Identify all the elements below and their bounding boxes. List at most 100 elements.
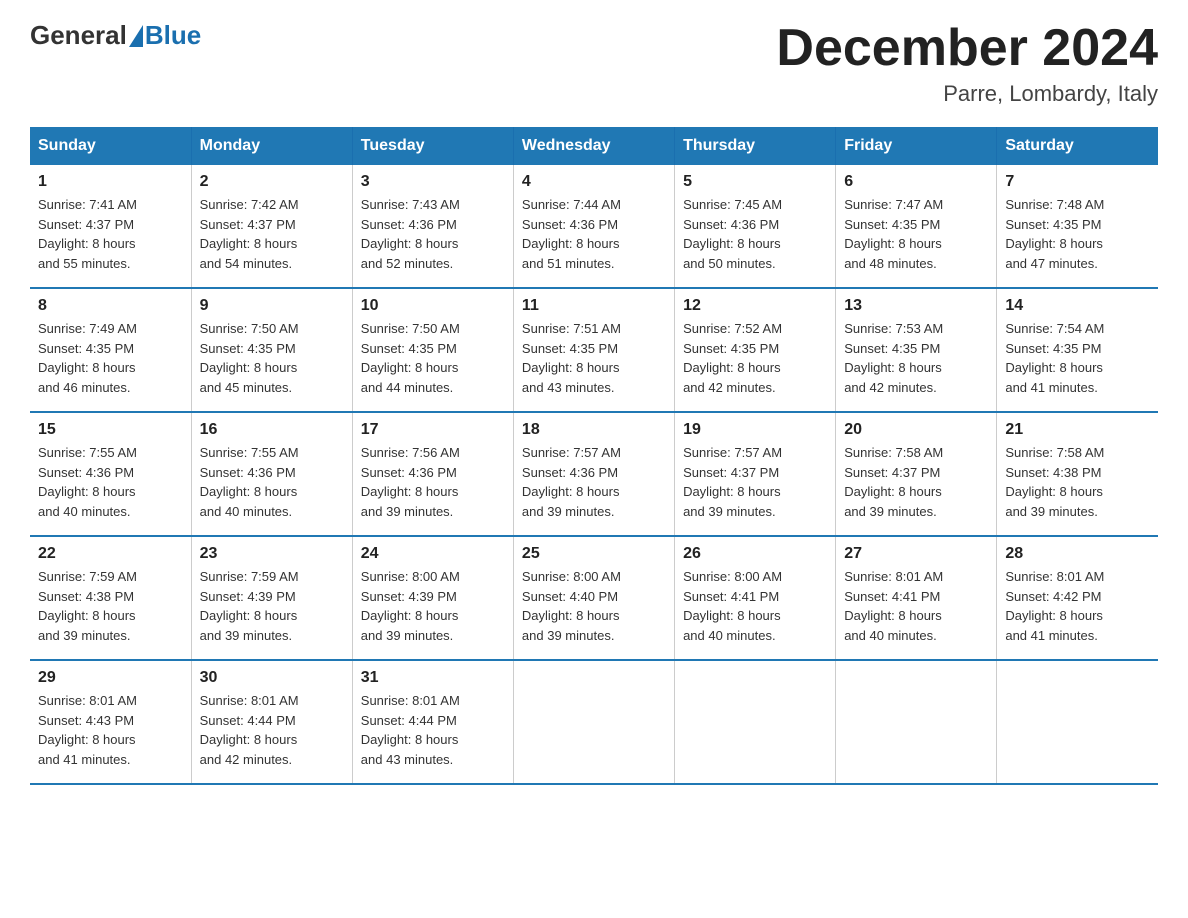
calendar-cell: 3 Sunrise: 7:43 AMSunset: 4:36 PMDaylight… [352, 165, 513, 288]
day-number: 17 [361, 421, 505, 439]
day-number: 8 [38, 297, 183, 315]
day-info: Sunrise: 7:59 AMSunset: 4:38 PMDaylight:… [38, 567, 183, 645]
calendar-cell: 19Sunrise: 7:57 AMSunset: 4:37 PMDayligh… [675, 412, 836, 536]
calendar-cell: 27Sunrise: 8:01 AMSunset: 4:41 PMDayligh… [836, 536, 997, 660]
day-info: Sunrise: 8:01 AMSunset: 4:44 PMDaylight:… [361, 691, 505, 769]
calendar-cell: 1Sunrise: 7:41 AMSunset: 4:37 PMDaylight… [30, 165, 191, 288]
calendar-cell: 21 Sunrise: 7:58 AMSunset: 4:38 PMDayligh… [997, 412, 1158, 536]
day-info: Sunrise: 7:50 AMSunset: 4:35 PMDaylight:… [200, 319, 344, 397]
day-info: Sunrise: 7:43 AMSunset: 4:36 PMDaylight:… [361, 195, 505, 273]
calendar-cell: 2Sunrise: 7:42 AMSunset: 4:37 PMDaylight… [191, 165, 352, 288]
day-number: 24 [361, 545, 505, 563]
calendar-cell [997, 660, 1158, 784]
weekday-header-thursday: Thursday [675, 127, 836, 165]
day-number: 20 [844, 421, 988, 439]
calendar-week-row: 1Sunrise: 7:41 AMSunset: 4:37 PMDaylight… [30, 165, 1158, 288]
day-info: Sunrise: 7:58 AMSunset: 4:37 PMDaylight:… [844, 443, 988, 521]
calendar-cell: 4Sunrise: 7:44 AMSunset: 4:36 PMDaylight… [513, 165, 674, 288]
day-info: Sunrise: 7:51 AMSunset: 4:35 PMDaylight:… [522, 319, 666, 397]
day-number: 6 [844, 173, 988, 191]
day-number: 14 [1005, 297, 1150, 315]
day-info: Sunrise: 7:52 AMSunset: 4:35 PMDaylight:… [683, 319, 827, 397]
calendar-cell: 9Sunrise: 7:50 AMSunset: 4:35 PMDaylight… [191, 288, 352, 412]
day-number: 25 [522, 545, 666, 563]
day-info: Sunrise: 7:57 AMSunset: 4:36 PMDaylight:… [522, 443, 666, 521]
day-info: Sunrise: 7:56 AMSunset: 4:36 PMDaylight:… [361, 443, 505, 521]
calendar-cell: 10 Sunrise: 7:50 AMSunset: 4:35 PMDayligh… [352, 288, 513, 412]
day-info: Sunrise: 7:49 AMSunset: 4:35 PMDaylight:… [38, 319, 183, 397]
day-number: 12 [683, 297, 827, 315]
calendar-cell [836, 660, 997, 784]
calendar-week-row: 15 Sunrise: 7:55 AMSunset: 4:36 PMDayligh… [30, 412, 1158, 536]
day-number: 28 [1005, 545, 1150, 563]
day-info: Sunrise: 8:01 AMSunset: 4:43 PMDaylight:… [38, 691, 183, 769]
day-info: Sunrise: 8:00 AMSunset: 4:41 PMDaylight:… [683, 567, 827, 645]
calendar-cell: 16 Sunrise: 7:55 AMSunset: 4:36 PMDayligh… [191, 412, 352, 536]
calendar-cell: 11 Sunrise: 7:51 AMSunset: 4:35 PMDayligh… [513, 288, 674, 412]
weekday-header-saturday: Saturday [997, 127, 1158, 165]
calendar-cell: 15 Sunrise: 7:55 AMSunset: 4:36 PMDayligh… [30, 412, 191, 536]
calendar-week-row: 8 Sunrise: 7:49 AMSunset: 4:35 PMDaylight… [30, 288, 1158, 412]
calendar-cell: 25Sunrise: 8:00 AMSunset: 4:40 PMDayligh… [513, 536, 674, 660]
calendar-cell: 22 Sunrise: 7:59 AMSunset: 4:38 PMDayligh… [30, 536, 191, 660]
day-info: Sunrise: 7:45 AMSunset: 4:36 PMDaylight:… [683, 195, 827, 273]
calendar-cell: 31 Sunrise: 8:01 AMSunset: 4:44 PMDayligh… [352, 660, 513, 784]
weekday-header-monday: Monday [191, 127, 352, 165]
day-number: 22 [38, 545, 183, 563]
calendar-week-row: 22 Sunrise: 7:59 AMSunset: 4:38 PMDayligh… [30, 536, 1158, 660]
weekday-header-row: SundayMondayTuesdayWednesdayThursdayFrid… [30, 127, 1158, 165]
day-info: Sunrise: 7:54 AMSunset: 4:35 PMDaylight:… [1005, 319, 1150, 397]
calendar-cell: 29 Sunrise: 8:01 AMSunset: 4:43 PMDayligh… [30, 660, 191, 784]
location-subtitle: Parre, Lombardy, Italy [776, 81, 1158, 107]
page-header: General Blue December 2024 Parre, Lombar… [30, 20, 1158, 107]
logo-general: General [30, 20, 127, 51]
calendar-cell [675, 660, 836, 784]
day-number: 21 [1005, 421, 1150, 439]
logo-text: General Blue [30, 20, 201, 51]
day-number: 15 [38, 421, 183, 439]
day-number: 5 [683, 173, 827, 191]
calendar-cell: 14 Sunrise: 7:54 AMSunset: 4:35 PMDayligh… [997, 288, 1158, 412]
day-info: Sunrise: 7:48 AMSunset: 4:35 PMDaylight:… [1005, 195, 1150, 273]
day-info: Sunrise: 8:00 AMSunset: 4:39 PMDaylight:… [361, 567, 505, 645]
calendar-cell: 24 Sunrise: 8:00 AMSunset: 4:39 PMDayligh… [352, 536, 513, 660]
calendar-cell [513, 660, 674, 784]
day-info: Sunrise: 8:01 AMSunset: 4:42 PMDaylight:… [1005, 567, 1150, 645]
calendar-cell: 13Sunrise: 7:53 AMSunset: 4:35 PMDayligh… [836, 288, 997, 412]
day-number: 13 [844, 297, 988, 315]
day-info: Sunrise: 7:58 AMSunset: 4:38 PMDaylight:… [1005, 443, 1150, 521]
day-number: 1 [38, 173, 183, 191]
day-info: Sunrise: 7:50 AMSunset: 4:35 PMDaylight:… [361, 319, 505, 397]
calendar-cell: 26 Sunrise: 8:00 AMSunset: 4:41 PMDayligh… [675, 536, 836, 660]
day-number: 26 [683, 545, 827, 563]
weekday-header-sunday: Sunday [30, 127, 191, 165]
day-info: Sunrise: 7:59 AMSunset: 4:39 PMDaylight:… [200, 567, 344, 645]
day-number: 30 [200, 669, 344, 687]
calendar-cell: 30 Sunrise: 8:01 AMSunset: 4:44 PMDayligh… [191, 660, 352, 784]
day-number: 11 [522, 297, 666, 315]
calendar-cell: 17 Sunrise: 7:56 AMSunset: 4:36 PMDayligh… [352, 412, 513, 536]
weekday-header-tuesday: Tuesday [352, 127, 513, 165]
day-number: 3 [361, 173, 505, 191]
calendar-table: SundayMondayTuesdayWednesdayThursdayFrid… [30, 127, 1158, 785]
day-info: Sunrise: 8:01 AMSunset: 4:41 PMDaylight:… [844, 567, 988, 645]
day-info: Sunrise: 7:47 AMSunset: 4:35 PMDaylight:… [844, 195, 988, 273]
day-info: Sunrise: 7:55 AMSunset: 4:36 PMDaylight:… [200, 443, 344, 521]
day-number: 16 [200, 421, 344, 439]
calendar-cell: 23 Sunrise: 7:59 AMSunset: 4:39 PMDayligh… [191, 536, 352, 660]
calendar-week-row: 29 Sunrise: 8:01 AMSunset: 4:43 PMDayligh… [30, 660, 1158, 784]
day-number: 7 [1005, 173, 1150, 191]
weekday-header-friday: Friday [836, 127, 997, 165]
day-number: 18 [522, 421, 666, 439]
day-number: 23 [200, 545, 344, 563]
calendar-cell: 20 Sunrise: 7:58 AMSunset: 4:37 PMDayligh… [836, 412, 997, 536]
day-info: Sunrise: 8:01 AMSunset: 4:44 PMDaylight:… [200, 691, 344, 769]
calendar-cell: 7 Sunrise: 7:48 AMSunset: 4:35 PMDaylight… [997, 165, 1158, 288]
calendar-cell: 5 Sunrise: 7:45 AMSunset: 4:36 PMDaylight… [675, 165, 836, 288]
day-info: Sunrise: 7:55 AMSunset: 4:36 PMDaylight:… [38, 443, 183, 521]
calendar-cell: 6 Sunrise: 7:47 AMSunset: 4:35 PMDaylight… [836, 165, 997, 288]
day-number: 29 [38, 669, 183, 687]
day-number: 31 [361, 669, 505, 687]
title-area: December 2024 Parre, Lombardy, Italy [776, 20, 1158, 107]
day-number: 10 [361, 297, 505, 315]
